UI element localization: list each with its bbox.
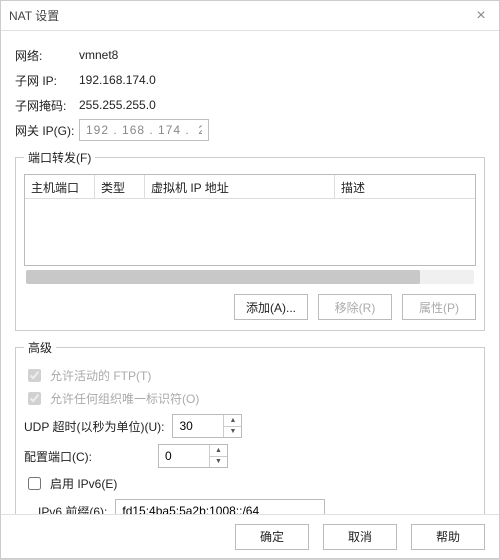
nat-settings-dialog: NAT 设置 × 网络: vmnet8 子网 IP: 192.168.174.0…	[0, 0, 500, 559]
table-header: 主机端口 类型 虚拟机 IP 地址 描述	[25, 175, 475, 199]
subnet-ip-label: 子网 IP:	[15, 72, 79, 89]
advanced-group: 高级 允许活动的 FTP(T) 允许任何组织唯一标识符(O) UDP 超时(以秒…	[15, 339, 485, 514]
cfgport-up-icon[interactable]: ▲	[210, 445, 227, 457]
cfgport-down-icon[interactable]: ▼	[210, 457, 227, 468]
advanced-legend: 高级	[24, 339, 56, 356]
subnet-ip-value: 192.168.174.0	[79, 73, 156, 87]
enable-ipv6-checkbox[interactable]	[28, 477, 41, 490]
gateway-ip-input[interactable]	[79, 119, 209, 141]
help-button[interactable]: 帮助	[411, 524, 485, 550]
titlebar: NAT 设置 ×	[1, 1, 499, 31]
dialog-footer: 确定 取消 帮助	[1, 514, 499, 558]
config-port-input[interactable]	[159, 445, 209, 467]
udp-down-icon[interactable]: ▼	[224, 427, 241, 438]
ipv6-prefix-label: IPv6 前缀(6):	[38, 503, 107, 515]
allow-oui-label: 允许任何组织唯一标识符(O)	[50, 390, 199, 407]
close-icon[interactable]: ×	[471, 7, 491, 25]
col-host-port: 主机端口	[25, 175, 95, 198]
port-forward-group: 端口转发(F) 主机端口 类型 虚拟机 IP 地址 描述 添加(A)... 移除…	[15, 149, 485, 331]
properties-button[interactable]: 属性(P)	[402, 294, 476, 320]
ok-button[interactable]: 确定	[235, 524, 309, 550]
horizontal-scrollbar[interactable]	[26, 270, 474, 284]
remove-button[interactable]: 移除(R)	[318, 294, 392, 320]
col-description: 描述	[335, 175, 475, 198]
config-port-spinner[interactable]: ▲ ▼	[158, 444, 228, 468]
cancel-button[interactable]: 取消	[323, 524, 397, 550]
config-port-label: 配置端口(C):	[24, 448, 92, 465]
table-body	[25, 199, 475, 265]
scrollbar-thumb[interactable]	[26, 270, 420, 284]
allow-ftp-checkbox	[28, 369, 41, 382]
udp-up-icon[interactable]: ▲	[224, 415, 241, 427]
port-forward-table[interactable]: 主机端口 类型 虚拟机 IP 地址 描述	[24, 174, 476, 266]
content-area: 网络: vmnet8 子网 IP: 192.168.174.0 子网掩码: 25…	[1, 31, 499, 514]
subnet-mask-value: 255.255.255.0	[79, 98, 156, 112]
col-type: 类型	[95, 175, 145, 198]
window-title: NAT 设置	[9, 7, 471, 24]
enable-ipv6-label: 启用 IPv6(E)	[50, 475, 117, 492]
allow-ftp-label: 允许活动的 FTP(T)	[50, 367, 151, 384]
allow-oui-checkbox	[28, 392, 41, 405]
network-label: 网络:	[15, 47, 79, 64]
port-forward-legend: 端口转发(F)	[24, 149, 95, 166]
add-button[interactable]: 添加(A)...	[234, 294, 308, 320]
gateway-ip-label: 网关 IP(G):	[15, 122, 79, 139]
col-vm-ip: 虚拟机 IP 地址	[145, 175, 335, 198]
udp-timeout-input[interactable]	[173, 415, 223, 437]
udp-timeout-label: UDP 超时(以秒为单位)(U):	[24, 418, 164, 435]
subnet-mask-label: 子网掩码:	[15, 97, 79, 114]
ipv6-prefix-input[interactable]	[115, 499, 325, 514]
udp-timeout-spinner[interactable]: ▲ ▼	[172, 414, 242, 438]
network-value: vmnet8	[79, 48, 118, 62]
